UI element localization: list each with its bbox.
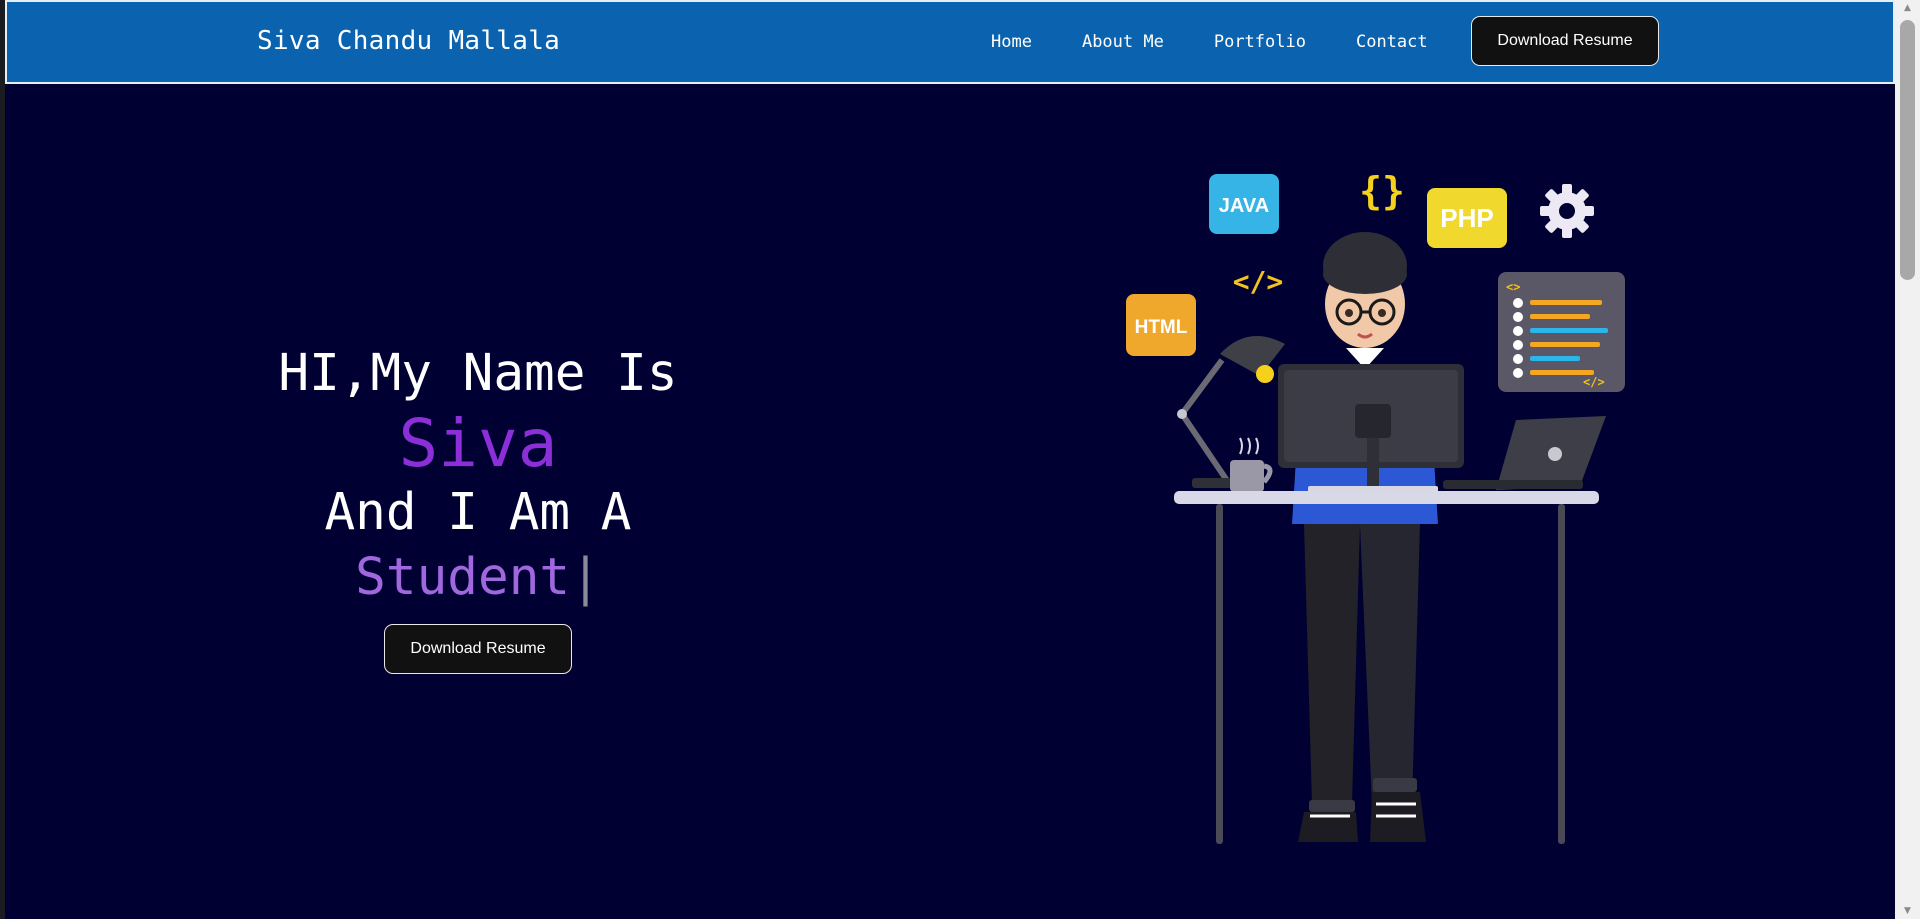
code-panel-bottom-tag: </> bbox=[1583, 375, 1605, 389]
html-badge-label: HTML bbox=[1135, 317, 1188, 338]
java-badge-label: JAVA bbox=[1219, 195, 1269, 217]
code-tag-icon: </> bbox=[1233, 265, 1284, 298]
php-badge-icon: PHP bbox=[1427, 188, 1507, 248]
hero-intro: And I Am A bbox=[324, 483, 632, 542]
header-download-resume-button[interactable]: Download Resume bbox=[1471, 16, 1659, 66]
nav-links: Home About Me Portfolio Contact bbox=[991, 32, 1428, 52]
brand-name[interactable]: Siva Chandu Mallala bbox=[257, 26, 560, 56]
hero-name: Siva bbox=[398, 405, 558, 482]
hero-greeting: HI,My Name Is bbox=[278, 344, 678, 403]
scroll-up-arrow-icon[interactable]: ▲ bbox=[1895, 0, 1920, 16]
braces-icon: {} bbox=[1359, 169, 1405, 213]
scroll-thumb[interactable] bbox=[1900, 20, 1915, 280]
nav-link-portfolio[interactable]: Portfolio bbox=[1214, 32, 1306, 52]
nav-link-about-me[interactable]: About Me bbox=[1082, 32, 1164, 52]
developer-illustration: JAVA {} PHP </> HTML <> </> bbox=[1126, 169, 1625, 844]
hero-role: Student bbox=[355, 548, 571, 607]
html-badge-icon: HTML bbox=[1126, 294, 1196, 356]
developer-figure bbox=[1292, 232, 1438, 842]
page-scrollbar[interactable]: ▲ ▼ bbox=[1895, 0, 1920, 919]
php-badge-label: PHP bbox=[1440, 203, 1493, 233]
gear-icon bbox=[1540, 184, 1594, 238]
code-panel-icon: <> </> bbox=[1498, 272, 1625, 392]
navbar: Siva Chandu Mallala Home About Me Portfo… bbox=[5, 0, 1895, 84]
nav-link-home[interactable]: Home bbox=[991, 32, 1032, 52]
java-badge-icon: JAVA bbox=[1209, 174, 1279, 234]
hero-download-resume-button[interactable]: Download Resume bbox=[384, 624, 572, 674]
coffee-mug-icon bbox=[1230, 437, 1273, 492]
hero-role-line: Student| bbox=[0, 546, 956, 610]
hero-text: HI,My Name Is Siva And I Am A Student| bbox=[0, 340, 956, 610]
laptop-icon bbox=[1443, 416, 1606, 490]
code-panel-top-tag: <> bbox=[1506, 280, 1520, 294]
typing-caret: | bbox=[570, 548, 601, 607]
nav-link-contact[interactable]: Contact bbox=[1356, 32, 1428, 52]
scroll-down-arrow-icon[interactable]: ▼ bbox=[1895, 903, 1920, 919]
